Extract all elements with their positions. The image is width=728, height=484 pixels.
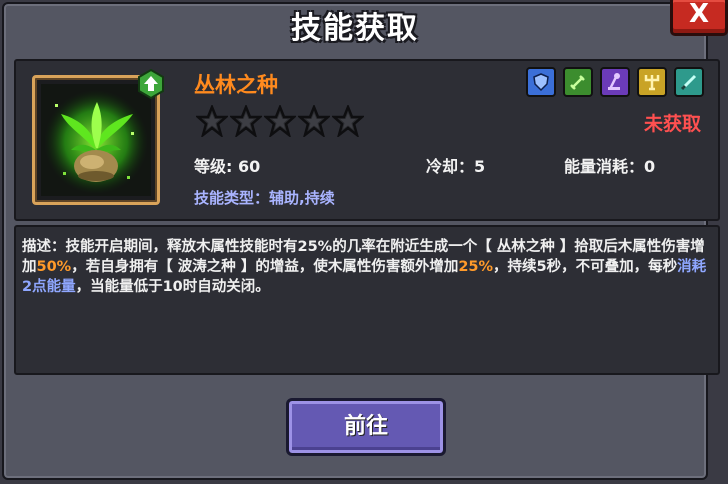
star-empty-icon	[298, 105, 330, 137]
totem-icon	[637, 67, 667, 97]
desc-seg3: ，若自身拥有【 波涛之种 】的增益，使木属性伤害额外增加	[71, 259, 459, 275]
desc-highlight-50: 50%	[36, 259, 72, 275]
staff-icon	[600, 67, 630, 97]
skill-type-line: 技能类型：辅助,持续	[194, 187, 335, 208]
star-empty-icon	[230, 105, 262, 137]
skill-type-value: 辅助,持续	[269, 189, 335, 207]
desc-highlight-25: 25%	[458, 259, 494, 275]
sword-icon	[563, 67, 593, 97]
close-button[interactable]: X	[670, 0, 728, 36]
cooldown-label: 冷却：5	[426, 157, 486, 176]
close-icon: X	[688, 0, 710, 29]
level-label: 等级: 60	[194, 157, 261, 176]
acquire-status: 未获取	[644, 113, 702, 135]
skill-name: 丛林之种	[194, 73, 278, 97]
energy-cost-label: 能量消耗：0	[564, 157, 656, 176]
upgrade-badge-icon	[138, 69, 164, 99]
star-empty-icon	[332, 105, 364, 137]
shield-icon	[526, 67, 556, 97]
go-button[interactable]: 前往	[286, 398, 446, 456]
jungle-seed-icon	[41, 84, 151, 196]
star-empty-icon	[196, 105, 228, 137]
skill-type-prefix: 技能类型：	[194, 189, 270, 207]
skill-info-panel: 丛林之种 未获取 等级: 60 冷却：5 能量消耗：0 技能类型：辅助,持续	[14, 59, 720, 221]
skill-acquire-dialog: 技能获取 丛林之种 未获取 等级: 60 冷却：5 能量消耗：0 技能类型：辅助…	[2, 2, 720, 480]
blade-icon	[674, 67, 704, 97]
dialog-title: 技能获取	[291, 11, 419, 46]
desc-seg5: ，持续5秒，不可叠加，每秒	[493, 259, 678, 275]
desc-seg7: ，当能量低于10时自动关闭。	[75, 279, 270, 295]
class-icon-row	[526, 67, 704, 97]
skill-description: 描述：技能开启期间，释放木属性技能时有25%的几率在附近生成一个【 丛林之种 】…	[22, 237, 712, 297]
star-rating	[196, 105, 364, 137]
star-empty-icon	[264, 105, 296, 137]
description-box: 描述：技能开启期间，释放木属性技能时有25%的几率在附近生成一个【 丛林之种 】…	[14, 225, 720, 375]
